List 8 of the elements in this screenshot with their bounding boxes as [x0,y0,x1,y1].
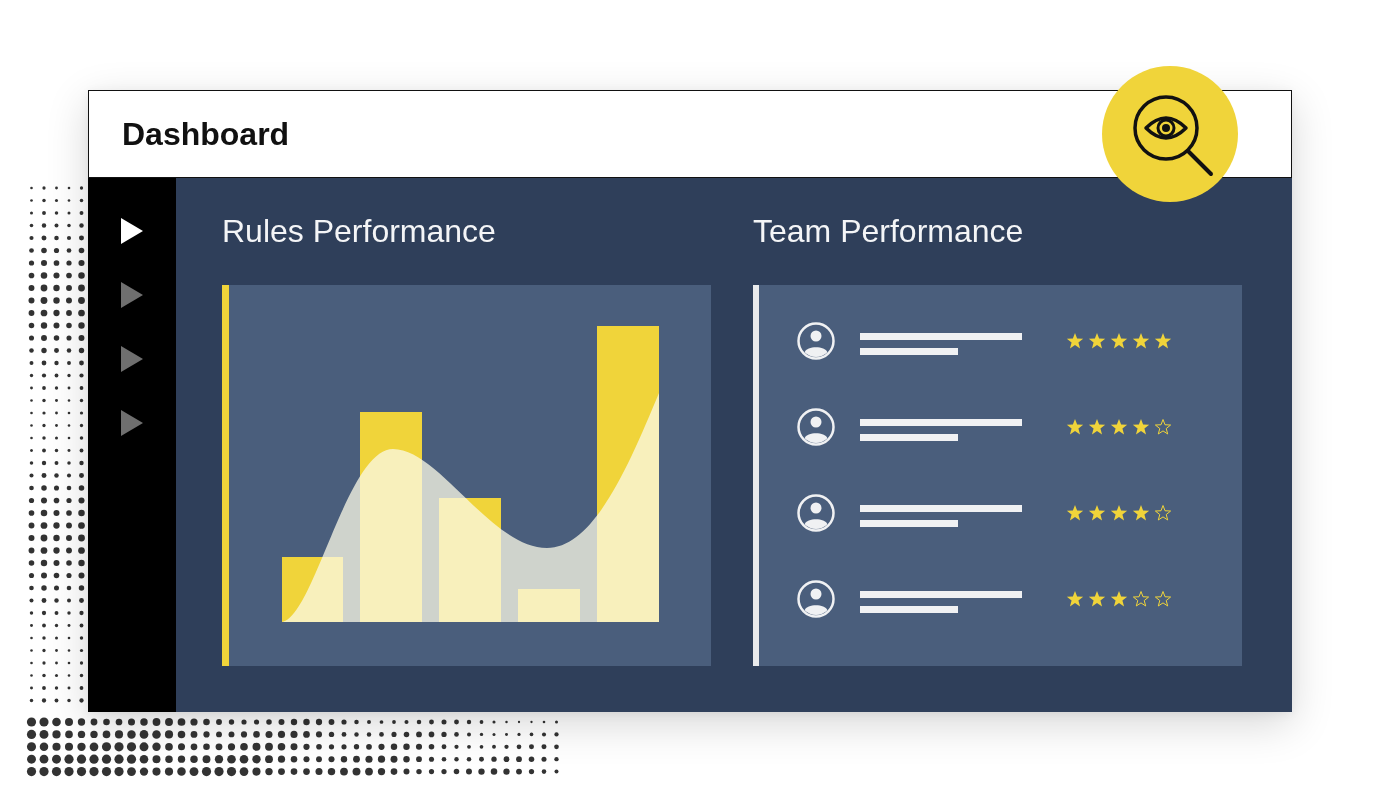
user-avatar-icon [797,408,835,446]
user-avatar-icon [797,322,835,360]
user-avatar-icon [797,494,835,532]
user-avatar-icon [797,580,835,618]
panel-title: Rules Performance [222,213,496,249]
window-title: Dashboard [122,115,290,154]
panel-title: Team Performance [753,213,1024,249]
triangle-icon[interactable] [121,218,143,244]
